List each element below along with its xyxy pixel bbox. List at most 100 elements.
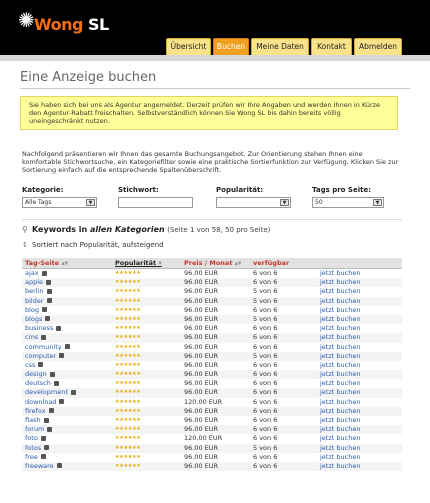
tag-link[interactable]: computer bbox=[25, 352, 65, 361]
price-cell: 96.00 EUR bbox=[184, 388, 219, 397]
available-cell: 5 von 6 bbox=[253, 296, 278, 305]
book-link[interactable]: jetzt buchen bbox=[320, 416, 360, 425]
tag-link[interactable]: flash bbox=[25, 416, 49, 425]
booking-table: Tag-Seite ▴▾ Popularität ▾ Preis / Monat… bbox=[22, 258, 402, 472]
book-link[interactable]: jetzt buchen bbox=[320, 370, 360, 379]
tag-link[interactable]: foto bbox=[25, 434, 46, 443]
tag-link[interactable]: firefox bbox=[25, 407, 54, 416]
book-link[interactable]: jetzt buchen bbox=[320, 425, 360, 434]
book-link[interactable]: jetzt buchen bbox=[320, 306, 360, 315]
tag-link[interactable]: forum bbox=[25, 425, 53, 434]
table-header: Tag-Seite ▴▾ Popularität ▾ Preis / Monat… bbox=[22, 258, 402, 269]
table-row: free ★★★★★★ 96.00 EUR 6 von 6 jetzt buchen bbox=[22, 453, 402, 462]
popularity-stars: ★★★★★★ bbox=[115, 315, 141, 322]
column-header-tag[interactable]: Tag-Seite ▴▾ bbox=[25, 258, 68, 269]
book-link[interactable]: jetzt buchen bbox=[320, 462, 360, 471]
available-cell: 6 von 6 bbox=[253, 434, 278, 443]
available-cell: 6 von 6 bbox=[253, 370, 278, 379]
popularity-stars: ★★★★★★ bbox=[115, 279, 141, 286]
price-cell: 96.00 EUR bbox=[184, 296, 219, 305]
popularity-stars: ★★★★★★ bbox=[115, 380, 141, 387]
tag-link[interactable]: development bbox=[25, 388, 76, 397]
tag-link[interactable]: business bbox=[25, 324, 62, 333]
sort-icon: ↕ bbox=[22, 241, 28, 249]
book-link[interactable]: jetzt buchen bbox=[320, 324, 360, 333]
tag-link[interactable]: free bbox=[25, 453, 46, 462]
tab-uebersicht[interactable]: Übersicht bbox=[166, 38, 211, 55]
chevron-down-icon: ▼ bbox=[373, 199, 382, 206]
page-icon bbox=[44, 445, 50, 451]
tag-link[interactable]: blog bbox=[25, 306, 48, 315]
tag-link[interactable]: community bbox=[25, 343, 70, 352]
table-row: cms ★★★★★★ 96.00 EUR 6 von 6 jetzt buchen bbox=[22, 333, 402, 343]
available-cell: 6 von 6 bbox=[253, 342, 278, 351]
price-cell: 96.00 EUR bbox=[184, 278, 219, 287]
table-row: deutsch ★★★★★★ 96.00 EUR 6 von 6 jetzt buche… bbox=[22, 379, 402, 388]
column-header-price[interactable]: Preis / Monat ▴▾ bbox=[184, 258, 241, 269]
tag-link[interactable]: freeware bbox=[25, 462, 62, 471]
tag-link[interactable]: berlin bbox=[25, 287, 52, 296]
sort-info: ↕ Sortiert nach Popularität, aufsteigend bbox=[22, 241, 164, 249]
table-row: blog ★★★★★★ 96.00 EUR 6 von 6 jetzt buchen bbox=[22, 306, 402, 315]
book-link[interactable]: jetzt buchen bbox=[320, 379, 360, 388]
available-cell: 6 von 6 bbox=[253, 425, 278, 434]
brand-name: Wong SL bbox=[34, 15, 109, 34]
table-row: flash ★★★★★★ 96.00 EUR 6 von 6 jetzt buchen bbox=[22, 416, 402, 425]
page-icon bbox=[56, 463, 62, 469]
popularity-select[interactable]: ▼ bbox=[216, 197, 291, 208]
book-link[interactable]: jetzt buchen bbox=[320, 434, 360, 443]
column-header-popularity[interactable]: Popularität ▾ bbox=[115, 258, 162, 269]
tag-link[interactable]: blogs bbox=[25, 315, 51, 324]
tab-abmelden[interactable]: Abmelden bbox=[354, 38, 402, 55]
page-icon bbox=[64, 344, 70, 349]
available-cell: 5 von 6 bbox=[253, 443, 278, 452]
tag-link[interactable]: design bbox=[25, 370, 55, 379]
tag-link[interactable]: deutsch bbox=[25, 379, 59, 388]
table-row: firefox ★★★★★★ 96.00 EUR 6 von 6 jetzt buche… bbox=[22, 406, 402, 416]
table-row: blogs ★★★★★★ 96.00 EUR 5 von 6 jetzt buchen bbox=[22, 314, 402, 325]
chevron-down-icon: ▼ bbox=[86, 199, 95, 206]
page-icon bbox=[59, 353, 65, 359]
book-link[interactable]: jetzt buchen bbox=[320, 361, 360, 370]
category-select[interactable]: Alle Tags ▼ bbox=[22, 197, 97, 208]
available-cell: 6 von 6 bbox=[253, 269, 278, 277]
book-link[interactable]: jetzt buchen bbox=[320, 315, 360, 324]
tag-link[interactable]: ajax bbox=[25, 269, 47, 278]
price-cell: 96.00 EUR bbox=[184, 333, 219, 342]
table-body: ajax ★★★★★★ 96.00 EUR 6 von 6 jetzt buchen ap… bbox=[22, 269, 402, 472]
book-link[interactable]: jetzt buchen bbox=[320, 407, 360, 416]
page-icon bbox=[56, 325, 62, 331]
price-cell: 96.00 EUR bbox=[184, 443, 219, 452]
book-link[interactable]: jetzt buchen bbox=[320, 287, 360, 296]
book-link[interactable]: jetzt buchen bbox=[320, 398, 360, 407]
book-link[interactable]: jetzt buchen bbox=[320, 343, 360, 352]
page-icon bbox=[43, 417, 49, 423]
table-row: foto ★★★★★★ 120.00 EUR 6 von 6 jetzt buchen bbox=[22, 434, 402, 443]
page-icon bbox=[48, 408, 54, 414]
book-link[interactable]: jetzt buchen bbox=[320, 388, 360, 397]
tags-per-page-select[interactable]: 50 ▼ bbox=[312, 197, 384, 208]
popularity-stars: ★★★★★★ bbox=[115, 435, 141, 442]
tag-link[interactable]: apple bbox=[25, 278, 52, 287]
column-header-available[interactable]: verfügbar bbox=[253, 258, 289, 269]
book-link[interactable]: jetzt buchen bbox=[320, 278, 360, 287]
tag-link[interactable]: fotos bbox=[25, 444, 50, 453]
tag-link[interactable]: css bbox=[25, 361, 44, 370]
price-cell: 96.00 EUR bbox=[184, 342, 219, 351]
tab-kontakt[interactable]: Kontakt bbox=[311, 38, 352, 55]
book-link[interactable]: jetzt buchen bbox=[320, 352, 360, 361]
tab-meine-daten[interactable]: Meine Daten bbox=[251, 38, 309, 55]
tag-link[interactable]: bilder bbox=[25, 297, 52, 306]
book-link[interactable]: jetzt buchen bbox=[320, 269, 360, 278]
book-link[interactable]: jetzt buchen bbox=[320, 453, 360, 462]
popularity-stars: ★★★★★★ bbox=[115, 444, 141, 451]
book-link[interactable]: jetzt buchen bbox=[320, 333, 360, 342]
book-link[interactable]: jetzt buchen bbox=[320, 297, 360, 306]
book-link[interactable]: jetzt buchen bbox=[320, 444, 360, 453]
tag-link[interactable]: download bbox=[25, 398, 65, 407]
table-row: bilder ★★★★★★ 96.00 EUR 5 von 6 jetzt buchen bbox=[22, 296, 402, 306]
tab-buchen[interactable]: Buchen bbox=[213, 38, 249, 55]
keyword-input[interactable] bbox=[118, 197, 193, 208]
tag-link[interactable]: cms bbox=[25, 333, 47, 342]
page-icon bbox=[70, 389, 76, 395]
